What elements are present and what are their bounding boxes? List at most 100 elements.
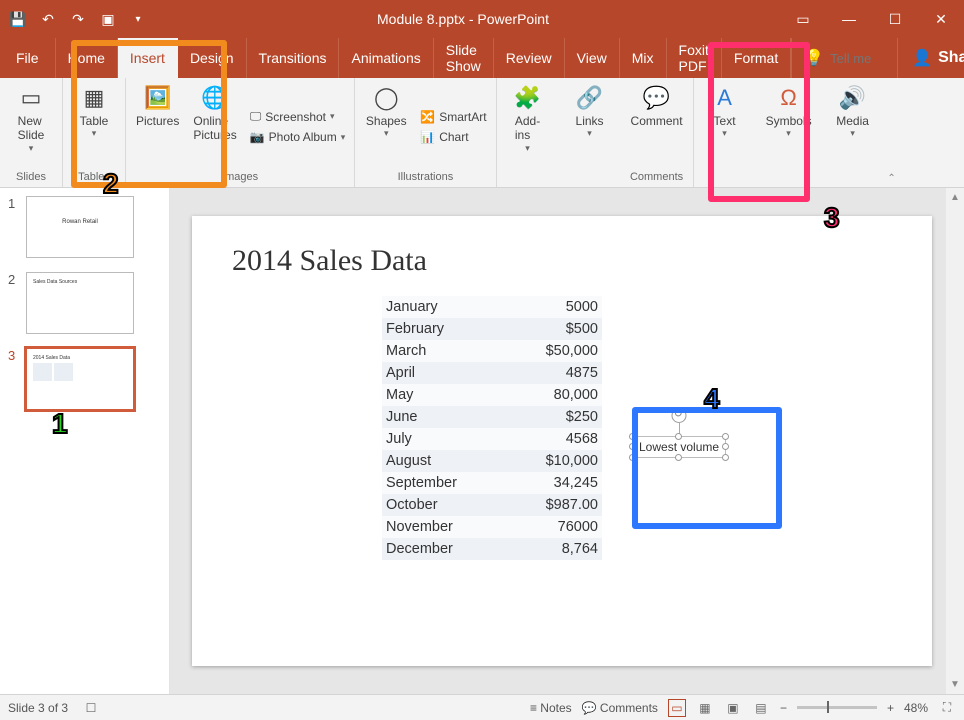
smartart-label: SmartArt <box>439 110 486 124</box>
textbox-text[interactable]: Lowest volume <box>639 440 719 454</box>
slide-counter[interactable]: Slide 3 of 3 <box>8 701 68 715</box>
pictures-button[interactable]: 🖼️ Pictures <box>132 82 183 171</box>
close-button[interactable]: ✕ <box>918 0 964 38</box>
tab-view[interactable]: View <box>565 38 620 78</box>
symbols-button[interactable]: Ω Symbols <box>762 82 816 171</box>
share-button[interactable]: 👤 Share <box>897 38 964 78</box>
month-cell: November <box>386 519 453 535</box>
tab-review[interactable]: Review <box>494 38 565 78</box>
tab-home[interactable]: Home <box>56 38 118 78</box>
comments-button[interactable]: 💬 Comments <box>582 701 658 715</box>
vertical-scrollbar[interactable]: ▲ ▼ <box>946 188 964 694</box>
new-slide-button[interactable]: ▭ New Slide <box>6 82 56 171</box>
slide-title[interactable]: 2014 Sales Data <box>232 244 892 278</box>
sales-table[interactable]: January5000February$500March$50,000April… <box>382 296 602 560</box>
zoom-in-button[interactable]: + <box>887 701 894 715</box>
month-cell: October <box>386 497 438 513</box>
shapes-button[interactable]: ◯ Shapes <box>361 82 411 171</box>
tab-mix[interactable]: Mix <box>620 38 667 78</box>
month-cell: April <box>386 365 415 381</box>
tab-file[interactable]: File <box>0 38 56 78</box>
media-button[interactable]: 🔊 Media <box>828 82 878 171</box>
thumb-1[interactable]: 1 Rowan Retail <box>8 196 161 258</box>
resize-handle-s[interactable] <box>675 454 682 461</box>
maximize-button[interactable]: ☐ <box>872 0 918 38</box>
month-cell: July <box>386 431 412 447</box>
tab-slideshow[interactable]: Slide Show <box>434 38 494 78</box>
ribbon-display-options-icon[interactable]: ▭ <box>780 0 826 38</box>
workspace: 1 Rowan Retail 2 Sales Data Sources 3 20… <box>0 188 964 694</box>
chart-button[interactable]: 📊 Chart <box>417 129 489 145</box>
month-cell: March <box>386 343 426 359</box>
slides-group-label: Slides <box>6 171 56 185</box>
resize-handle-sw[interactable] <box>629 454 636 461</box>
screenshot-button[interactable]: 🖵Screenshot <box>247 108 349 125</box>
online-pictures-button[interactable]: 🌐 Online Pictures <box>189 82 240 171</box>
status-bar: Slide 3 of 3 ☐ ≡ Notes 💬 Comments ▭ ▦ ▣ … <box>0 694 964 720</box>
photo-album-button[interactable]: 📷Photo Album <box>247 129 349 145</box>
addins-button[interactable]: 🧩 Add- ins <box>503 82 553 171</box>
sorter-view-icon[interactable]: ▦ <box>696 699 714 717</box>
scroll-down-icon[interactable]: ▼ <box>950 679 960 690</box>
addins-icon: 🧩 <box>512 84 544 112</box>
tell-me-input[interactable] <box>830 51 885 66</box>
value-cell: 34,245 <box>554 475 598 491</box>
chart-icon: 📊 <box>420 130 435 144</box>
fit-to-window-icon[interactable]: ⛶ <box>938 699 956 717</box>
notes-button[interactable]: ≡ Notes <box>530 701 572 715</box>
resize-handle-w[interactable] <box>629 443 636 450</box>
tab-format[interactable]: Format <box>722 38 791 78</box>
rotate-handle-icon[interactable] <box>672 408 687 423</box>
scroll-up-icon[interactable]: ▲ <box>950 192 960 203</box>
tab-insert[interactable]: Insert <box>118 38 178 78</box>
illustrations-small-stack: 🔀SmartArt 📊 Chart <box>417 82 489 171</box>
resize-handle-e[interactable] <box>722 443 729 450</box>
zoom-level[interactable]: 48% <box>904 701 928 715</box>
undo-icon[interactable]: ↶ <box>40 11 56 27</box>
thumb-1-num: 1 <box>8 196 20 211</box>
table-button[interactable]: ▦ Table <box>69 82 119 171</box>
textbox-lowest-volume[interactable]: Lowest volume <box>632 436 726 458</box>
zoom-thumb[interactable] <box>827 701 829 713</box>
slide-canvas[interactable]: 2014 Sales Data January5000February$500M… <box>192 216 932 666</box>
new-slide-label: New Slide <box>18 114 45 143</box>
comment-button[interactable]: 💬 Comment <box>627 82 687 171</box>
zoom-out-button[interactable]: − <box>780 701 787 715</box>
value-cell: 5000 <box>566 299 598 315</box>
screenshot-label: Screenshot <box>265 110 326 124</box>
resize-handle-ne[interactable] <box>722 433 729 440</box>
table-icon: ▦ <box>78 84 110 112</box>
tab-foxit[interactable]: Foxit PDF <box>667 38 722 78</box>
tell-me-box[interactable]: 💡 <box>791 38 897 78</box>
tab-animations[interactable]: Animations <box>339 38 433 78</box>
callout-number-2: 2 <box>103 168 119 200</box>
text-button[interactable]: A Text <box>700 82 750 171</box>
qat-more-icon[interactable]: ▾ <box>130 11 146 27</box>
normal-view-icon[interactable]: ▭ <box>668 699 686 717</box>
tab-transitions[interactable]: Transitions <box>247 38 340 78</box>
reading-view-icon[interactable]: ▣ <box>724 699 742 717</box>
save-icon[interactable]: 💾 <box>10 11 26 27</box>
links-button[interactable]: 🔗 Links <box>565 82 615 171</box>
textbox-frame[interactable]: Lowest volume <box>632 436 726 458</box>
group-comments: 💬 Comment Comments <box>621 78 694 187</box>
zoom-slider[interactable] <box>797 706 877 709</box>
chart-label: Chart <box>439 130 468 144</box>
screenshot-icon: 🖵 <box>250 109 262 124</box>
media-icon: 🔊 <box>837 84 869 112</box>
resize-handle-nw[interactable] <box>629 433 636 440</box>
value-cell: $500 <box>566 321 598 337</box>
window-title: Module 8.pptx - PowerPoint <box>146 11 780 27</box>
collapse-ribbon-icon[interactable]: ⌃ <box>884 173 900 187</box>
redo-icon[interactable]: ↷ <box>70 11 86 27</box>
resize-handle-se[interactable] <box>722 454 729 461</box>
slideshow-view-icon[interactable]: ▤ <box>752 699 770 717</box>
thumb-3[interactable]: 3 2014 Sales Data <box>8 348 161 410</box>
spellcheck-icon[interactable]: ☐ <box>82 699 100 717</box>
minimize-button[interactable]: — <box>826 0 872 38</box>
tab-design[interactable]: Design <box>178 38 247 78</box>
thumb-2[interactable]: 2 Sales Data Sources <box>8 272 161 334</box>
resize-handle-n[interactable] <box>675 433 682 440</box>
start-from-beginning-icon[interactable]: ▣ <box>100 11 116 27</box>
smartart-button[interactable]: 🔀SmartArt <box>417 109 489 125</box>
